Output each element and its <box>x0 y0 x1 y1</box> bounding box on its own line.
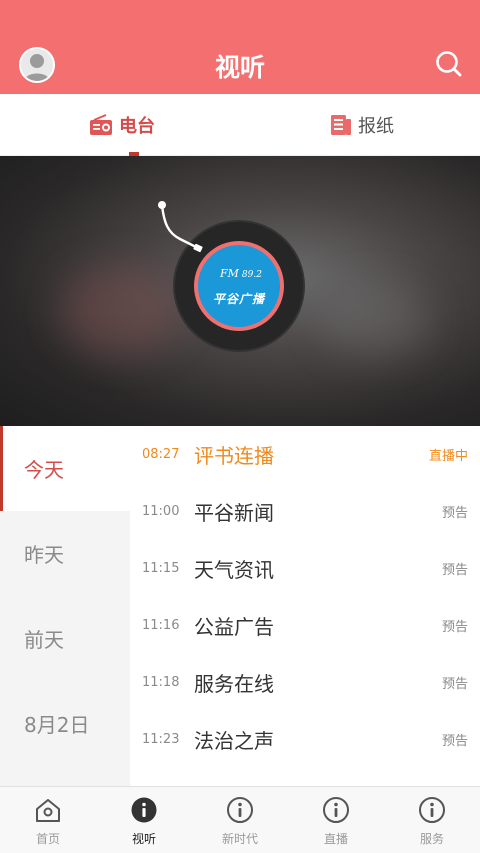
nav-label: 视听 <box>131 832 156 846</box>
program-name: 平谷新闻 <box>194 501 274 525</box>
radio-icon <box>90 114 112 135</box>
program-row[interactable]: 11:00 平谷新闻 预告 <box>130 483 480 540</box>
program-name: 天气资讯 <box>194 558 274 582</box>
frequency-value: 89.2 <box>241 270 262 280</box>
nav-media[interactable]: 视听 <box>96 787 192 853</box>
program-row[interactable]: 08:27 评书连播 直播中 <box>130 426 480 483</box>
banner-background-blur <box>320 286 430 356</box>
top-header: 视听 <box>0 0 480 94</box>
program-status: 预告 <box>441 734 468 749</box>
nav-label: 新时代 <box>221 832 258 846</box>
search-button[interactable] <box>434 49 464 79</box>
tab-bar: 电台 报纸 <box>0 94 480 156</box>
fm-label: FM <box>220 267 239 280</box>
program-row[interactable]: 11:16 公益广告 预告 <box>130 597 480 654</box>
nav-new-era[interactable]: 新时代 <box>192 787 288 853</box>
day-yesterday[interactable]: 昨天 <box>0 511 130 596</box>
day-before-yesterday[interactable]: 前天 <box>0 596 130 681</box>
program-list: 08:27 评书连播 直播中 11:00 平谷新闻 预告 11:15 天气资讯 … <box>130 426 480 786</box>
station-name: 平谷广播 <box>212 292 265 306</box>
search-icon <box>436 51 462 77</box>
tonearm-icon <box>158 201 203 253</box>
tab-newspaper[interactable]: 报纸 <box>330 94 394 156</box>
info-icon <box>419 797 445 823</box>
banner-background-blur <box>60 266 180 356</box>
program-name: 法治之声 <box>194 729 274 753</box>
day-today[interactable]: 今天 <box>0 426 130 511</box>
fm-frequency: FM 89.2 <box>220 267 262 280</box>
program-status: 预告 <box>441 506 468 521</box>
program-time: 11:16 <box>142 618 180 633</box>
tab-radio-label: 电台 <box>119 116 155 137</box>
program-name: 公益广告 <box>194 615 274 639</box>
program-status: 预告 <box>441 677 468 692</box>
program-time: 11:23 <box>142 732 180 747</box>
program-row[interactable]: 11:18 服务在线 预告 <box>130 654 480 711</box>
nav-label: 首页 <box>35 832 60 846</box>
date-selector: 今天 昨天 前天 8月2日 <box>0 426 130 786</box>
program-time: 11:00 <box>142 504 180 519</box>
day-aug-2[interactable]: 8月2日 <box>0 681 130 766</box>
program-row[interactable]: 11:15 天气资讯 预告 <box>130 540 480 597</box>
tab-newspaper-label: 报纸 <box>358 116 394 137</box>
info-icon <box>323 797 349 823</box>
bottom-navigation: 首页 视听 新时代 直播 服务 <box>0 786 480 853</box>
nav-home[interactable]: 首页 <box>0 787 96 853</box>
home-icon <box>36 799 60 822</box>
program-name: 评书连播 <box>194 444 274 468</box>
page-title: 视听 <box>214 53 265 82</box>
info-icon <box>131 797 157 823</box>
nav-label: 直播 <box>323 832 348 846</box>
program-status: 直播中 <box>428 449 468 464</box>
program-time: 08:27 <box>142 447 180 462</box>
info-icon <box>227 797 253 823</box>
nav-label: 服务 <box>419 832 444 846</box>
program-status: 预告 <box>441 620 468 635</box>
program-status: 预告 <box>441 563 468 578</box>
program-time: 11:15 <box>142 561 180 576</box>
program-name: 服务在线 <box>194 672 274 696</box>
nav-service[interactable]: 服务 <box>384 787 480 853</box>
newspaper-icon <box>331 115 351 135</box>
program-time: 11:18 <box>142 675 180 690</box>
program-row[interactable]: 11:23 法治之声 预告 <box>130 711 480 768</box>
tab-radio[interactable]: 电台 <box>89 94 155 156</box>
nav-live[interactable]: 直播 <box>288 787 384 853</box>
